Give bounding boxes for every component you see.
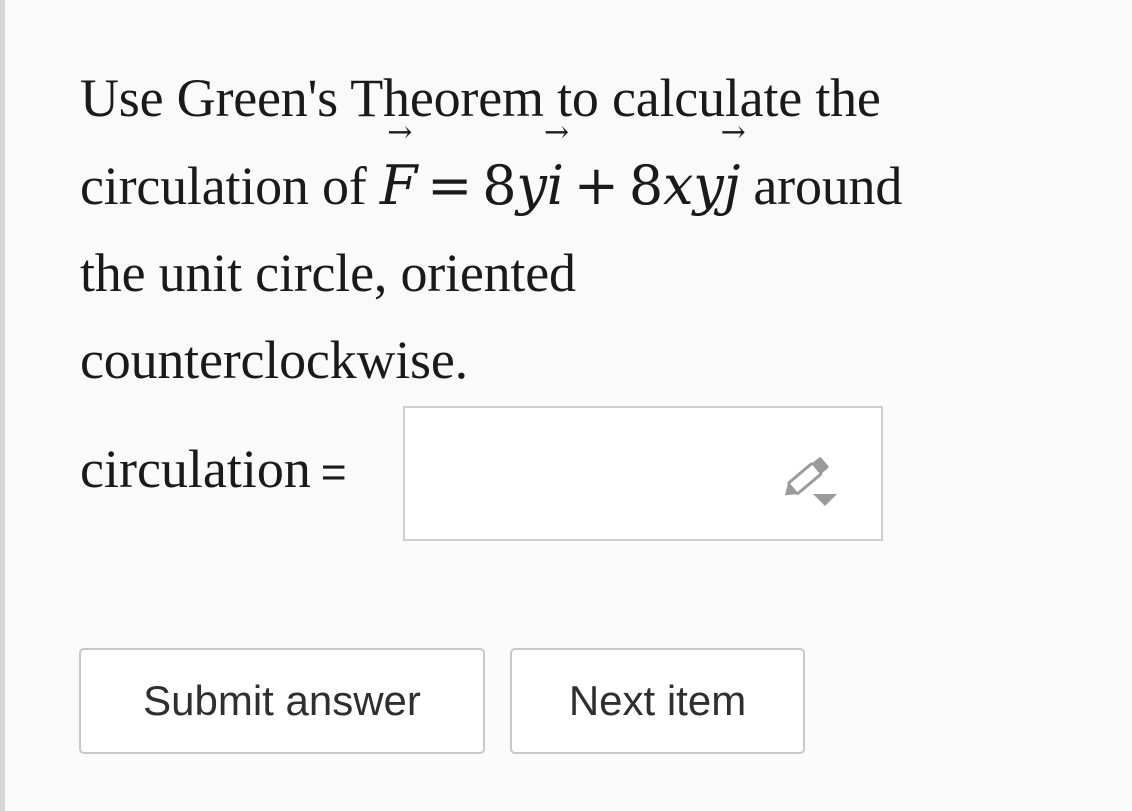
answer-input[interactable] [403, 406, 883, 541]
next-item-button[interactable]: Next item [510, 648, 805, 754]
math-var-xy: xy [663, 154, 724, 217]
math-var-y: y [516, 154, 547, 217]
answer-equals: = [320, 448, 347, 497]
question-line-1: Use Green's Theorem to calculate the [80, 68, 881, 128]
left-border [0, 0, 5, 811]
question-line-2: circulation of F=8yi+8xyj around [80, 142, 1070, 230]
math-equals: = [427, 154, 473, 217]
vector-j: j [724, 142, 741, 229]
question-line-2-prefix: circulation of [80, 156, 380, 216]
math-plus: + [573, 154, 619, 217]
question-line-2-suffix: around [740, 156, 903, 216]
vector-field-formula: F=8yi+8xyj [380, 154, 740, 217]
answer-row: circulation = [80, 406, 347, 540]
submit-answer-button[interactable]: Submit answer [79, 648, 485, 754]
pencil-icon[interactable] [779, 450, 849, 506]
math-coef-1: 8 [482, 154, 517, 217]
question-text: Use Green's Theorem to calculate the cir… [80, 55, 1070, 404]
question-line-3: the unit circle, oriented [80, 243, 576, 303]
vector-F: F [380, 142, 417, 229]
vector-i: i [547, 142, 564, 229]
math-coef-2: 8 [628, 154, 663, 217]
answer-label: circulation [80, 439, 311, 499]
question-line-4: counterclockwise. [80, 330, 468, 390]
